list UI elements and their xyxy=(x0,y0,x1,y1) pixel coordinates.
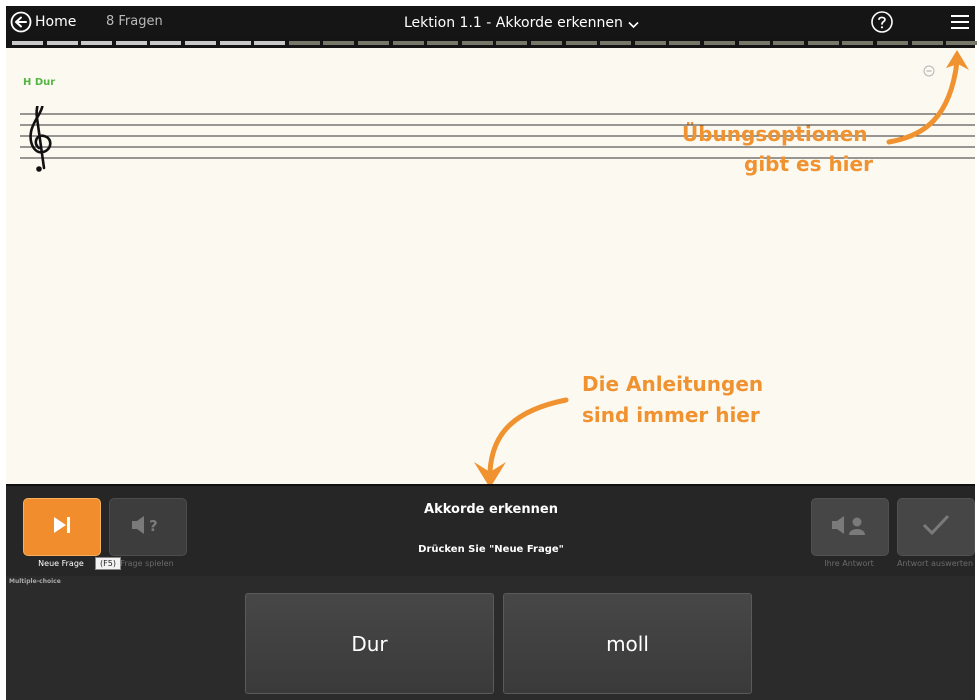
new-question-label: Neue Frage xyxy=(38,559,84,568)
progress-segment xyxy=(807,41,839,45)
ear-training-app: Home 8 Fragen Lektion 1.1 - Akkorde erke… xyxy=(6,6,978,700)
back-arrow-circle-icon xyxy=(10,11,32,33)
answer-button-dur[interactable]: Dur xyxy=(245,593,494,694)
progress-segment xyxy=(358,41,389,45)
progress-segment xyxy=(738,41,770,45)
progress-segment xyxy=(773,41,805,45)
progress-segment xyxy=(81,41,113,45)
help-button[interactable] xyxy=(870,10,894,38)
progress-segment xyxy=(531,41,562,45)
arrow-to-menu-icon xyxy=(886,50,969,145)
play-question-button[interactable]: ? xyxy=(109,498,187,556)
your-answer-button[interactable] xyxy=(811,498,889,556)
evaluate-answer-button[interactable] xyxy=(897,498,975,556)
answer-button-moll[interactable]: moll xyxy=(503,593,752,694)
progress-segment xyxy=(911,41,943,45)
instruction-title: Akkorde erkennen xyxy=(424,502,558,517)
skip-next-icon xyxy=(51,515,73,539)
progress-segment xyxy=(150,41,182,45)
progress-segment xyxy=(565,41,597,45)
progress-segment xyxy=(392,41,424,45)
home-label: Home xyxy=(35,14,77,30)
progress-segment xyxy=(877,41,908,45)
speaker-question-icon: ? xyxy=(130,514,166,540)
annotation-arrows xyxy=(474,50,969,484)
checkmark-icon xyxy=(921,513,951,541)
progress-segment xyxy=(669,41,701,45)
progress-segment xyxy=(600,41,632,45)
progress-segment xyxy=(496,41,528,45)
progress-segment xyxy=(946,41,978,45)
progress-segment xyxy=(12,41,43,45)
notation-area: H Dur Übungsoptionen gibt es hier Die An… xyxy=(6,48,975,484)
speaker-person-icon xyxy=(830,514,870,540)
lesson-title: Lektion 1.1 - Akkorde erkennen xyxy=(404,15,623,31)
your-answer-label: Ihre Antwort xyxy=(824,559,874,568)
control-panel: ? Neue Frage Frage spielen (F5) Akkorde … xyxy=(6,484,975,576)
progress-segment xyxy=(46,41,78,45)
progress-segment xyxy=(704,41,735,45)
lesson-selector[interactable]: Lektion 1.1 - Akkorde erkennen xyxy=(404,13,639,33)
progress-segment xyxy=(323,41,355,45)
progress-segment xyxy=(842,41,874,45)
answer-mode-label: Multiple-choice xyxy=(9,578,61,585)
svg-text:?: ? xyxy=(149,517,158,535)
exercise-options-menu-button[interactable] xyxy=(950,14,970,34)
progress-segment xyxy=(634,41,666,45)
progress-segment xyxy=(288,41,320,45)
question-progress-bar xyxy=(6,38,978,48)
progress-segment xyxy=(461,41,493,45)
evaluate-answer-label: Antwort auswerten xyxy=(896,559,974,568)
progress-segment xyxy=(185,41,216,45)
shortcut-tooltip: (F5) xyxy=(95,557,121,570)
question-count: 8 Fragen xyxy=(106,14,163,29)
progress-segment xyxy=(115,41,147,45)
progress-segment xyxy=(254,41,286,45)
instruction-text: Drücken Sie "Neue Frage" xyxy=(418,544,564,555)
progress-segment xyxy=(427,41,459,45)
help-circle-icon xyxy=(870,11,894,38)
progress-segment xyxy=(219,41,251,45)
arrow-to-instructions-icon xyxy=(474,397,569,484)
new-question-button[interactable] xyxy=(23,498,101,556)
answer-area: Multiple-choice Dur moll xyxy=(6,576,975,700)
chevron-down-icon xyxy=(628,14,639,33)
top-bar: Home 8 Fragen Lektion 1.1 - Akkorde erke… xyxy=(6,6,975,38)
home-button[interactable]: Home xyxy=(10,9,76,35)
hamburger-menu-icon xyxy=(950,15,970,34)
